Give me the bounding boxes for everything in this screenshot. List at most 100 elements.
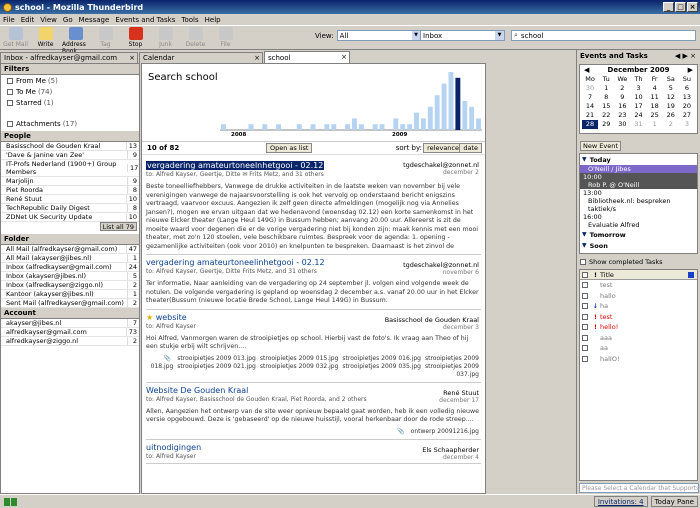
menu-view[interactable]: View xyxy=(40,16,57,24)
show-completed-tasks[interactable]: Show completed Tasks xyxy=(580,258,700,266)
star-icon[interactable]: ★ xyxy=(146,313,156,322)
attachment-link[interactable]: strooipietjes 2009 035.jpg xyxy=(342,363,421,370)
attachment-link[interactable]: strooipietjes 2009 013.jpg xyxy=(177,355,256,362)
agenda-item[interactable]: Evaluatie Alfred xyxy=(580,221,697,229)
write-button[interactable]: Write xyxy=(32,26,59,48)
list-all-button[interactable]: List all 79 xyxy=(99,222,137,231)
calendar-day[interactable]: 30 xyxy=(582,84,598,93)
list-item[interactable]: Inbox (alfredkayser@gmail.com) 24 xyxy=(1,263,139,272)
task-row[interactable]: halIO! xyxy=(580,354,697,365)
task-quick-add[interactable]: Please Select a Calendar that Supports xyxy=(579,483,699,493)
menu-help[interactable]: Help xyxy=(205,16,221,24)
message-card[interactable]: Website De Gouden Kraal to: Alfred Kayser… xyxy=(146,386,481,440)
column-picker-icon[interactable] xyxy=(688,271,694,278)
list-item[interactable]: All Mail (alfredkayser@gmail.com) 47 xyxy=(1,245,139,254)
twisty-icon[interactable]: ▼ xyxy=(582,156,587,163)
calendar-day[interactable]: 5 xyxy=(663,84,679,93)
calendar-day[interactable]: 29 xyxy=(598,120,614,129)
calendar-day[interactable]: 6 xyxy=(679,84,695,93)
menu-events-and-tasks[interactable]: Events and Tasks xyxy=(115,16,175,24)
tag-button[interactable]: Tag xyxy=(92,26,119,48)
message-card[interactable]: uitnodigingen to: Alfred Kayser Els Schaap… xyxy=(146,443,481,464)
calendar-day[interactable]: 9 xyxy=(614,93,630,102)
junk-button[interactable]: Junk xyxy=(152,26,179,48)
calendar-day[interactable]: 12 xyxy=(663,93,679,102)
calendar-day[interactable]: 4 xyxy=(647,84,663,93)
calendar-day[interactable]: 10 xyxy=(630,93,646,102)
calendar-day[interactable]: 1 xyxy=(647,120,663,129)
calendar-day[interactable]: 22 xyxy=(598,111,614,120)
calendar-day[interactable]: 24 xyxy=(630,111,646,120)
sort-date-button[interactable]: date xyxy=(459,143,482,153)
task-row[interactable]: ! test xyxy=(580,312,697,323)
open-as-list-button[interactable]: Open as list xyxy=(266,143,313,153)
file-button[interactable]: File xyxy=(212,26,239,48)
calendar-day[interactable]: 2 xyxy=(614,84,630,93)
calendar-day[interactable]: 2 xyxy=(663,120,679,129)
checkbox[interactable] xyxy=(582,282,588,289)
list-item[interactable]: All Mail (akayser@jibes.nl) 1 xyxy=(1,254,139,263)
calendar-day[interactable]: 11 xyxy=(647,93,663,102)
calendar-day[interactable]: 23 xyxy=(614,111,630,120)
agenda-item[interactable]: O'Neill / Jibes xyxy=(580,165,697,173)
checkbox[interactable] xyxy=(582,271,588,278)
list-item[interactable]: Sent Mail (alfredkayser@gmail.com) 2 xyxy=(1,299,139,308)
attachment-link[interactable]: strooipietjes 2009 016.jpg xyxy=(342,355,421,362)
task-row[interactable]: aaa xyxy=(580,333,697,344)
task-row[interactable]: ↓ ha xyxy=(580,301,697,312)
calendar-day[interactable]: 27 xyxy=(679,111,695,120)
close-icon[interactable]: × xyxy=(254,54,260,62)
calendar-day[interactable]: 17 xyxy=(630,102,646,111)
calendar-day[interactable]: 14 xyxy=(582,102,598,111)
message-subject[interactable]: vergadering amateurtoneelinhetgooi - 02.… xyxy=(146,258,325,267)
filter-attachments[interactable]: Attachments (17) xyxy=(1,118,139,129)
task-title-header[interactable]: Title xyxy=(600,271,614,279)
message-card[interactable]: vergadering amateurtoneelinhetgooi - 02.… xyxy=(146,258,481,310)
twisty-icon[interactable]: ▼ xyxy=(582,231,587,238)
list-item[interactable]: ZDNet UK Security Update 10 xyxy=(1,213,139,222)
checkbox[interactable] xyxy=(582,303,588,310)
list-item[interactable]: Kantoor (akayser@jibes.nl) 1 xyxy=(1,290,139,299)
filter-from-me[interactable]: From Me (5) xyxy=(1,75,139,86)
agenda-section[interactable]: ▼ Today xyxy=(580,154,697,165)
calendar-day[interactable]: 26 xyxy=(663,111,679,120)
today-pane-toggle[interactable]: Today Pane xyxy=(650,496,698,507)
list-item[interactable]: Piet Roorda 8 xyxy=(1,186,139,195)
sort-relevance-button[interactable]: relevance xyxy=(423,143,463,153)
list-item[interactable]: René Stuut 10 xyxy=(1,195,139,204)
message-subject[interactable]: website xyxy=(156,313,187,322)
message-subject[interactable]: Website De Gouden Kraal xyxy=(146,386,248,395)
calendar-day[interactable]: 31 xyxy=(630,120,646,129)
list-item[interactable]: alfredkayser@gmail.com 73 xyxy=(1,328,139,337)
agenda-item[interactable]: Bibliotheek.nl: bespreken taktiek/s xyxy=(580,197,697,213)
menu-go[interactable]: Go xyxy=(63,16,73,24)
menu-tools[interactable]: Tools xyxy=(181,16,198,24)
list-item[interactable]: Marjolijn 9 xyxy=(1,177,139,186)
pane-nav-icons[interactable]: ◀ ▶ × xyxy=(675,52,696,60)
menu-edit[interactable]: Edit xyxy=(21,16,35,24)
message-subject[interactable]: vergadering amateurtoneelnhetgooi - 02.1… xyxy=(146,161,325,170)
timeline-histogram[interactable] xyxy=(220,68,482,134)
calendar-day[interactable]: 13 xyxy=(679,93,695,102)
checkbox[interactable] xyxy=(582,313,588,320)
calendar-day[interactable]: 3 xyxy=(679,120,695,129)
calendar-day[interactable]: 15 xyxy=(598,102,614,111)
checkbox[interactable] xyxy=(582,292,588,299)
delete-button[interactable]: Delete xyxy=(182,26,209,48)
calendar-day[interactable]: 20 xyxy=(679,102,695,111)
filter-to-me[interactable]: To Me (74) xyxy=(1,86,139,97)
calendar-day[interactable]: 3 xyxy=(630,84,646,93)
list-item[interactable]: Basisschool de Gouden Kraal 13 xyxy=(1,142,139,151)
calendar-day[interactable]: 28 xyxy=(582,120,599,129)
search-input[interactable]: ⌕ school xyxy=(511,30,696,41)
task-row[interactable]: test xyxy=(580,280,697,291)
list-item[interactable]: 'Dave & Janine van Zee' 9 xyxy=(1,151,139,160)
message-card[interactable]: vergadering amateurtoneelnhetgooi - 02.1… xyxy=(146,158,481,255)
task-row[interactable]: hallo xyxy=(580,291,697,302)
minimize-button[interactable]: _ xyxy=(663,2,674,12)
checkbox[interactable] xyxy=(582,324,588,331)
close-icon[interactable]: × xyxy=(341,53,347,61)
twisty-icon[interactable]: ▼ xyxy=(582,242,587,249)
checkbox[interactable] xyxy=(7,99,13,106)
calendar-year[interactable]: 2009 xyxy=(650,66,669,74)
